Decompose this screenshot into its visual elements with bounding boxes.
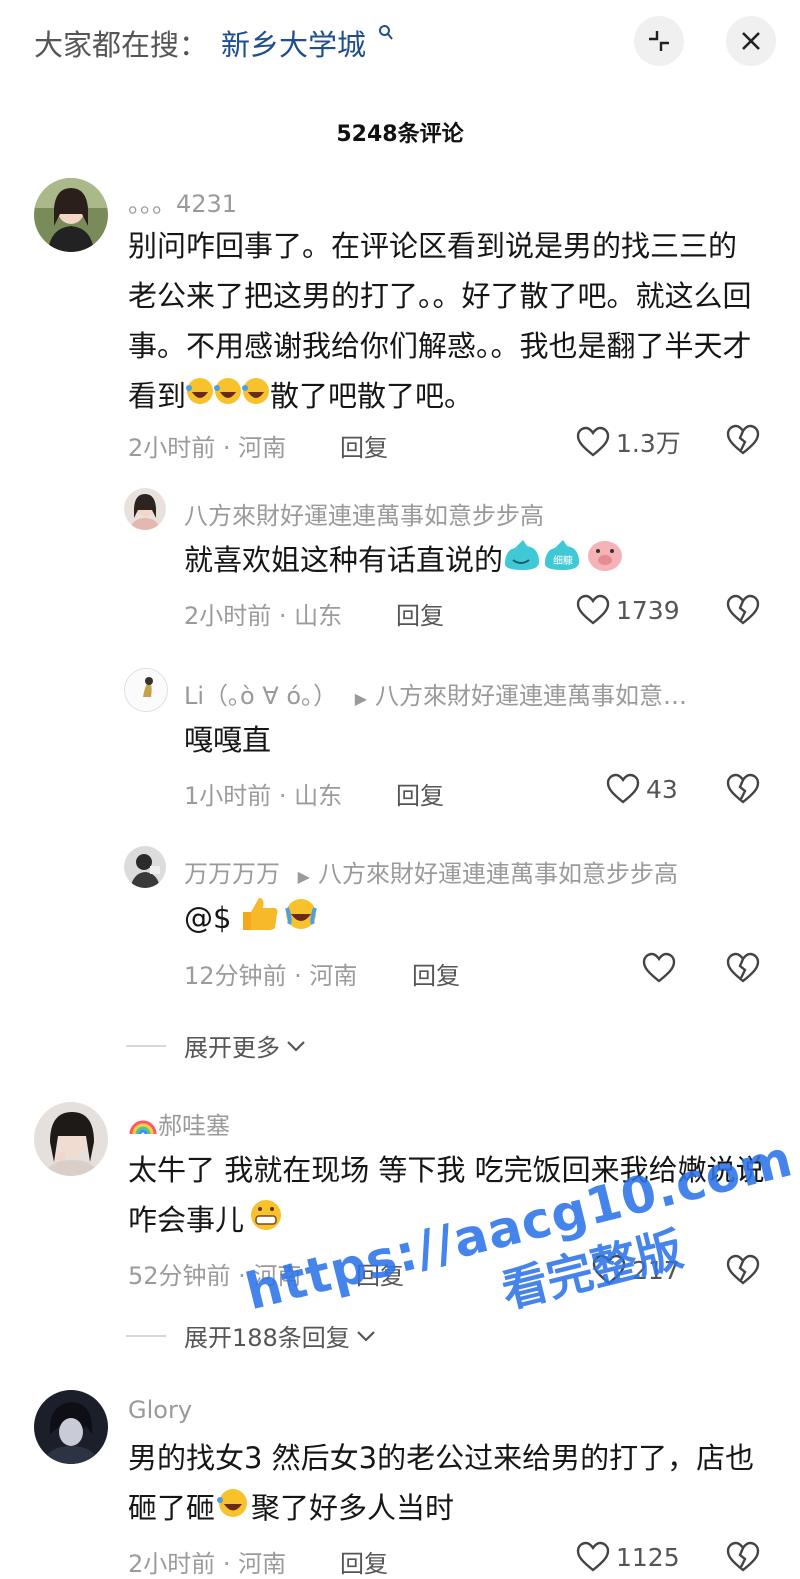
expand-replies-label[interactable]: 展开188条回复: [184, 1318, 350, 1353]
broken-heart-icon: [726, 1541, 760, 1572]
dislike-button[interactable]: [726, 594, 760, 630]
reply-username[interactable]: 万万万万 ▶ 八方來財好運連連萬事如意步步高: [184, 854, 678, 889]
comment-username[interactable]: Glory: [128, 1396, 192, 1424]
comment-count-title: 5248条评论: [336, 122, 464, 147]
close-icon: [742, 32, 760, 50]
chevron-down-icon: [357, 1330, 375, 1342]
rainbow-icon: [128, 1112, 158, 1140]
like-button[interactable]: 1125: [576, 1541, 680, 1573]
divider: [126, 1044, 166, 1047]
reply-username-text[interactable]: Li（｡ò ∀ ó｡）: [184, 682, 337, 710]
divider: [126, 1334, 166, 1337]
svg-text:细糠: 细糠: [553, 554, 573, 567]
collapse-icon: [649, 31, 669, 51]
heart-icon: [576, 426, 610, 457]
comment-username[interactable]: 郝哇塞: [128, 1106, 230, 1141]
broken-heart-icon: [726, 773, 760, 804]
thumbs-up-laugh-emoji: [239, 894, 323, 947]
reply-to-username[interactable]: 八方來財好運連連萬事如意…: [375, 682, 687, 710]
reply-button[interactable]: 回复: [340, 428, 388, 463]
reply-username[interactable]: 八方來財好運連連萬事如意步步高: [184, 496, 544, 531]
like-button[interactable]: 1.3万: [576, 424, 681, 460]
reply-text-body: 就喜欢姐这种有话直说的: [184, 543, 504, 577]
like-count: 1739: [616, 595, 680, 625]
comment-text-body: 太牛了 我就在现场 等下我 吃完饭回来我给嫩说说咋会事儿: [128, 1153, 765, 1237]
comment-text: 别问咋回事了。在评论区看到说是男的找三三的老公来了把这男的打了。。好了散了吧。就…: [128, 221, 758, 423]
heart-icon: [576, 594, 610, 625]
like-button[interactable]: 217: [592, 1254, 680, 1286]
heart-icon: [642, 952, 676, 983]
dislike-button[interactable]: [726, 1541, 760, 1577]
like-button[interactable]: 43: [606, 773, 678, 805]
laugh-cry-emoji: [215, 1485, 251, 1535]
dislike-button[interactable]: [726, 424, 760, 460]
comment-time-location: 2小时前 · 河南: [128, 1550, 287, 1578]
comment-username-text[interactable]: 郝哇塞: [158, 1112, 230, 1140]
top-bar: 大家都在搜： 新乡大学城: [0, 0, 800, 82]
expand-replies-label[interactable]: 展开更多: [184, 1028, 280, 1063]
comment-text: 太牛了 我就在现场 等下我 吃完饭回来我给嫩说说咋会事儿: [128, 1145, 768, 1247]
like-count: 1.3万: [616, 429, 681, 458]
avatar[interactable]: [124, 846, 166, 888]
avatar[interactable]: [34, 178, 108, 252]
heart-icon: [606, 773, 640, 804]
grimace-emoji: [246, 1197, 286, 1247]
reply-text-body: @$: [184, 901, 232, 935]
broken-heart-icon: [726, 952, 760, 983]
comment-username[interactable]: 。。。4231: [128, 184, 237, 219]
reply-button[interactable]: 回复: [340, 1544, 388, 1579]
sticker-emojis: 细糠: [503, 536, 625, 589]
reply-button[interactable]: 回复: [356, 1256, 404, 1291]
expand-replies-button[interactable]: 展开188条回复: [126, 1318, 376, 1353]
search-icon[interactable]: [378, 24, 394, 46]
comment-time-location: 2小时前 · 河南: [128, 434, 287, 462]
heart-icon: [576, 1541, 610, 1572]
avatar[interactable]: [34, 1390, 108, 1464]
collapse-button[interactable]: [634, 16, 684, 66]
like-count: 43: [646, 774, 678, 804]
broken-heart-icon: [726, 424, 760, 455]
reply-text: @$: [184, 893, 323, 947]
reply-button[interactable]: 回复: [412, 956, 460, 991]
dislike-button[interactable]: [726, 952, 760, 988]
broken-heart-icon: [726, 594, 760, 625]
reply-time-location: 12分钟前 · 河南: [184, 962, 358, 990]
reply-button[interactable]: 回复: [396, 776, 444, 811]
chevron-down-icon: [287, 1040, 305, 1052]
close-button[interactable]: [726, 16, 776, 66]
expand-replies-button[interactable]: 展开更多: [126, 1028, 306, 1063]
comment-time-location: 52分钟前 · 河南: [128, 1262, 302, 1290]
reply-button[interactable]: 回复: [396, 596, 444, 631]
dislike-button[interactable]: [726, 773, 760, 809]
comment-text-tail: 聚了好多人当时: [251, 1491, 455, 1525]
reply-text: 就喜欢姐这种有话直说的 细糠: [184, 535, 744, 589]
like-count: 1125: [616, 1542, 680, 1572]
avatar[interactable]: [34, 1102, 108, 1176]
reply-to-username[interactable]: 八方來財好運連連萬事如意步步高: [318, 860, 678, 888]
comment-text-tail: 散了吧散了吧。: [270, 379, 474, 413]
reply-arrow-icon: ▶: [354, 689, 368, 708]
dislike-button[interactable]: [726, 1254, 760, 1290]
like-button[interactable]: 1739: [576, 594, 680, 626]
broken-heart-icon: [726, 1254, 760, 1285]
comment-text: 男的找女3 然后女3的老公过来给男的打了，店也砸了砸 聚了好多人当时: [128, 1433, 768, 1535]
trending-search-label: 大家都在搜：: [34, 28, 209, 62]
like-count: 217: [632, 1255, 680, 1285]
reply-time-location: 1小时前 · 山东: [184, 782, 343, 810]
reply-username[interactable]: Li（｡ò ∀ ó｡） ▶ 八方來財好運連連萬事如意…: [184, 676, 687, 711]
avatar[interactable]: [124, 488, 166, 530]
reply-text: 嘎嘎直: [184, 723, 272, 757]
reply-arrow-icon: ▶: [297, 867, 310, 886]
like-button[interactable]: [642, 952, 682, 984]
trending-search-term[interactable]: 新乡大学城: [221, 22, 366, 64]
laugh-cry-emoji: [186, 373, 270, 423]
heart-icon: [592, 1254, 626, 1285]
avatar[interactable]: [124, 668, 168, 712]
reply-time-location: 2小时前 · 山东: [184, 602, 343, 630]
reply-username-text[interactable]: 万万万万: [184, 860, 280, 888]
